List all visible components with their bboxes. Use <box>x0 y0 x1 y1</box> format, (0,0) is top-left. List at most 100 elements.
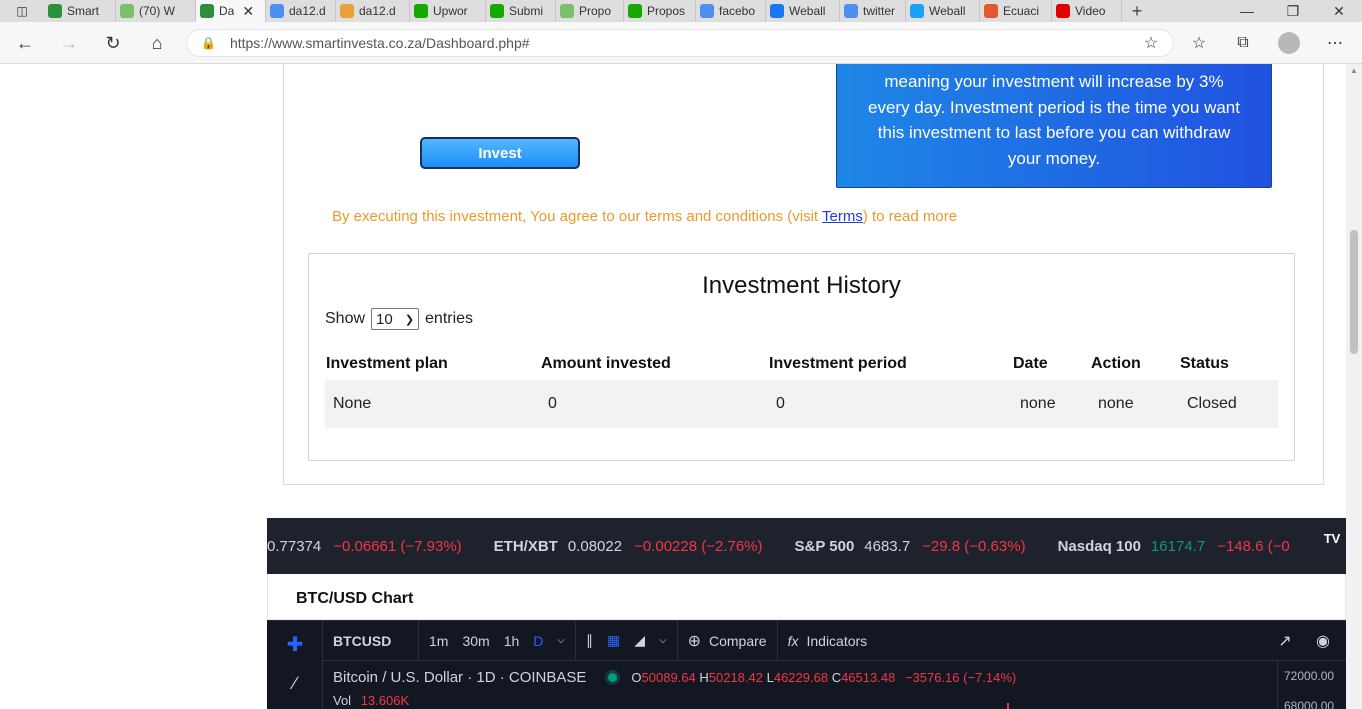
indicators-label: Indicators <box>806 632 868 649</box>
star-plus-icon: ☆ <box>1143 35 1159 52</box>
cell-period: 0 <box>776 395 785 412</box>
col-header-amount[interactable]: Amount invested <box>541 355 671 373</box>
crosshair-icon[interactable]: ✚ <box>283 633 307 657</box>
minimize-button[interactable]: — <box>1224 0 1270 22</box>
ticker-item[interactable]: ETH/XBT 0.08022 −0.00228 (−2.76%) <box>494 538 763 555</box>
browser-tab[interactable]: Smart <box>44 0 116 22</box>
cell-plan: None <box>333 395 372 412</box>
tab-label: Propo <box>579 4 612 18</box>
browser-tab[interactable]: Video <box>1052 0 1122 22</box>
close-window-button[interactable]: ✕ <box>1316 0 1362 22</box>
candle <box>1007 703 1009 709</box>
col-header-status[interactable]: Status <box>1180 355 1229 373</box>
col-header-period[interactable]: Investment period <box>769 355 907 373</box>
profile-avatar[interactable] <box>1278 32 1300 54</box>
close-tab-icon[interactable]: ✕ <box>242 3 254 20</box>
col-header-date[interactable]: Date <box>1013 355 1048 373</box>
show-label: Show <box>325 310 366 327</box>
browser-tab[interactable]: (70) W <box>116 0 196 22</box>
tab-strip: Smart (70) W Da ✕ da12.d da12.d Upwor Submi Prop… <box>44 0 1122 22</box>
scroll-up-icon[interactable]: ▲ <box>1350 66 1358 75</box>
chevron-down-icon[interactable]: ⌵ <box>557 635 565 646</box>
favorites-button[interactable]: ☆ <box>1188 32 1210 54</box>
forward-button[interactable]: → <box>58 32 80 54</box>
browser-tab[interactable]: Submi <box>486 0 556 22</box>
browser-tab[interactable]: da12.d <box>266 0 336 22</box>
drawing-toolbar: ✚ ∕ <box>267 621 323 709</box>
ticker-symbol: ETH/XBT <box>493 537 558 555</box>
tab-actions-button[interactable]: ◫ <box>0 0 44 22</box>
browser-tab[interactable]: Weball <box>766 0 840 22</box>
ticker-tape[interactable]: 0.77374 −0.06661 (−7.93%) ETH/XBT 0.08022 −0… <box>267 518 1346 574</box>
tab-label: da12.d <box>359 4 396 18</box>
entries-select[interactable]: 10 ❯ <box>371 308 420 330</box>
back-button[interactable]: ← <box>14 32 36 54</box>
browser-tab[interactable]: Da ✕ <box>196 0 266 22</box>
col-header-action[interactable]: Action <box>1091 355 1141 373</box>
settings-menu-button[interactable]: ⋯ <box>1324 32 1346 54</box>
interval-1h[interactable]: 1h <box>504 633 520 649</box>
price-axis[interactable]: 72000.00 68000.00 <box>1277 661 1346 709</box>
browser-tab[interactable]: Propo <box>556 0 624 22</box>
col-header-plan[interactable]: Investment plan <box>326 355 448 373</box>
browser-tab[interactable]: Weball <box>906 0 980 22</box>
maximize-button[interactable]: ❐ <box>1270 0 1316 22</box>
price-tick: 72000.00 <box>1284 669 1335 683</box>
interval-30m[interactable]: 30m <box>462 633 489 649</box>
tab-label: Weball <box>929 4 966 18</box>
browser-tab[interactable]: Upwor <box>410 0 486 22</box>
tab-favicon-icon <box>270 4 284 18</box>
address-bar: ← → ↻ ⌂ 🔒 https://www.smartinvesta.co.za… <box>0 22 1362 64</box>
area-chart-icon[interactable]: ◢ <box>634 632 645 649</box>
low-value: 46229.68 <box>773 670 829 685</box>
ohlc-values: O50089.64 H50218.42 L46229.68 C46513.48 … <box>631 670 1017 685</box>
candles-icon[interactable]: ▦ <box>607 632 620 649</box>
bars-icon[interactable]: ∥ <box>586 632 593 649</box>
chart-legend: Bitcoin / U.S. Dollar · 1D · COINBASE O5… <box>333 669 1016 686</box>
new-tab-button[interactable]: + <box>1122 1 1152 22</box>
tab-label: (70) W <box>139 4 175 18</box>
url-field[interactable]: 🔒 https://www.smartinvesta.co.za/Dashboa… <box>186 29 1174 57</box>
tab-favicon-icon <box>984 4 998 18</box>
volume-label: Vol <box>333 693 352 708</box>
entries-control: Show 10 ❯ entries <box>325 308 473 330</box>
invest-button[interactable]: Invest <box>420 137 580 169</box>
tab-favicon-icon <box>340 4 354 18</box>
browser-tab[interactable]: facebo <box>696 0 766 22</box>
browser-tab[interactable]: da12.d <box>336 0 410 22</box>
symbol-search[interactable]: BTCUSD <box>323 620 419 661</box>
tradingview-chart[interactable]: ✚ ∕ BTCUSD 1m 30m 1h D ⌵ ∥ ▦ ◢ ⌵ ⊕ Compa… <box>267 620 1346 709</box>
page-scrollbar[interactable]: ▲ <box>1346 64 1362 709</box>
browser-tab[interactable]: twitter <box>840 0 906 22</box>
investment-info-box: meaning your investment will increase by… <box>836 64 1272 188</box>
collections-button[interactable]: ⧉ <box>1232 32 1254 54</box>
indicators-button[interactable]: fx Indicators <box>778 621 878 661</box>
home-icon: ⌂ <box>151 32 163 53</box>
ticker-item[interactable]: 0.77374 −0.06661 (−7.93%) <box>267 538 462 555</box>
tab-favicon-icon <box>200 4 214 18</box>
interval-1m[interactable]: 1m <box>429 633 448 649</box>
scroll-thumb[interactable] <box>1350 230 1358 354</box>
compare-button[interactable]: ⊕ Compare <box>678 620 778 661</box>
entries-value: 10 <box>376 310 393 328</box>
interval-d[interactable]: D <box>533 633 543 649</box>
camera-icon[interactable]: ◉ <box>1311 629 1335 653</box>
browser-tab[interactable]: Ecuaci <box>980 0 1052 22</box>
chevron-down-icon[interactable]: ⌵ <box>659 635 667 646</box>
trend-line-icon[interactable]: ∕ <box>283 671 307 695</box>
tab-label: Da <box>219 4 235 18</box>
terms-link[interactable]: Terms <box>822 208 863 225</box>
tradingview-logo[interactable]: TV <box>1318 528 1346 548</box>
open-external-icon[interactable]: ↗ <box>1273 629 1297 653</box>
ticker-item[interactable]: Nasdaq 100 16174.7 −148.6 (−0 <box>1058 538 1290 555</box>
browser-tab[interactable]: Propos <box>624 0 696 22</box>
cell-action: none <box>1098 395 1134 412</box>
tab-label: Video <box>1075 4 1106 18</box>
high-value: 50218.42 <box>708 670 763 685</box>
tab-favicon-icon <box>910 4 924 18</box>
tab-favicon-icon <box>1056 4 1070 18</box>
add-favorite-button[interactable]: ☆ <box>1140 32 1162 54</box>
refresh-button[interactable]: ↻ <box>102 32 124 54</box>
ticker-item[interactable]: S&P 500 4683.7 −29.8 (−0.63%) <box>795 538 1026 555</box>
home-button[interactable]: ⌂ <box>146 32 168 54</box>
